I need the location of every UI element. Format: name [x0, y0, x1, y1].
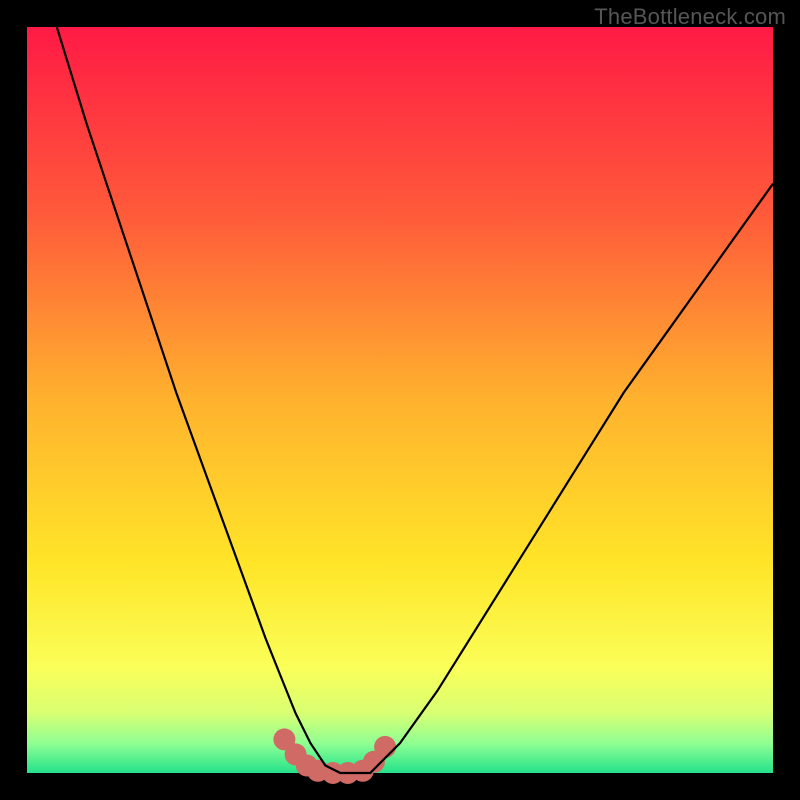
bottleneck-chart [0, 0, 800, 800]
watermark-label: TheBottleneck.com [594, 4, 786, 30]
optimal-dot [374, 736, 396, 758]
plot-background [27, 27, 773, 773]
